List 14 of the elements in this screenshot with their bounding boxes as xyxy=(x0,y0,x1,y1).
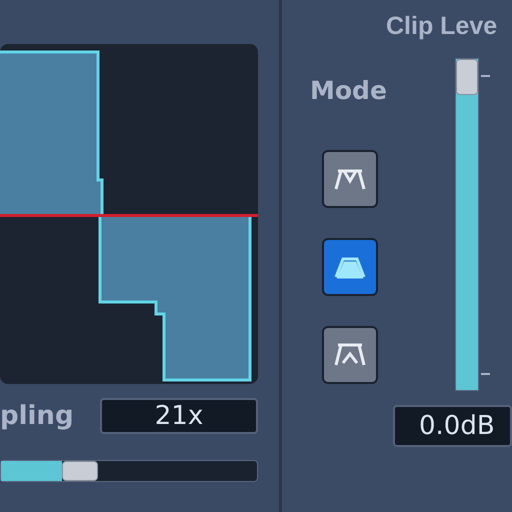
mode-button[interactable] xyxy=(322,150,378,208)
slider-track[interactable] xyxy=(0,460,258,482)
slider-thumb[interactable] xyxy=(456,59,478,95)
value-display: 21x xyxy=(100,398,258,434)
mode-label: Mode xyxy=(310,75,387,107)
value-display: 0.0dB xyxy=(393,405,512,447)
tick-mark xyxy=(481,75,490,77)
slider-thumb[interactable] xyxy=(62,461,98,481)
field-label: pling xyxy=(0,400,74,432)
slider-track[interactable] xyxy=(455,58,479,391)
section-title: Clip Leve xyxy=(386,11,498,42)
tick-mark xyxy=(481,373,490,375)
mode-button[interactable] xyxy=(322,326,378,384)
mode-button[interactable] xyxy=(322,238,378,296)
